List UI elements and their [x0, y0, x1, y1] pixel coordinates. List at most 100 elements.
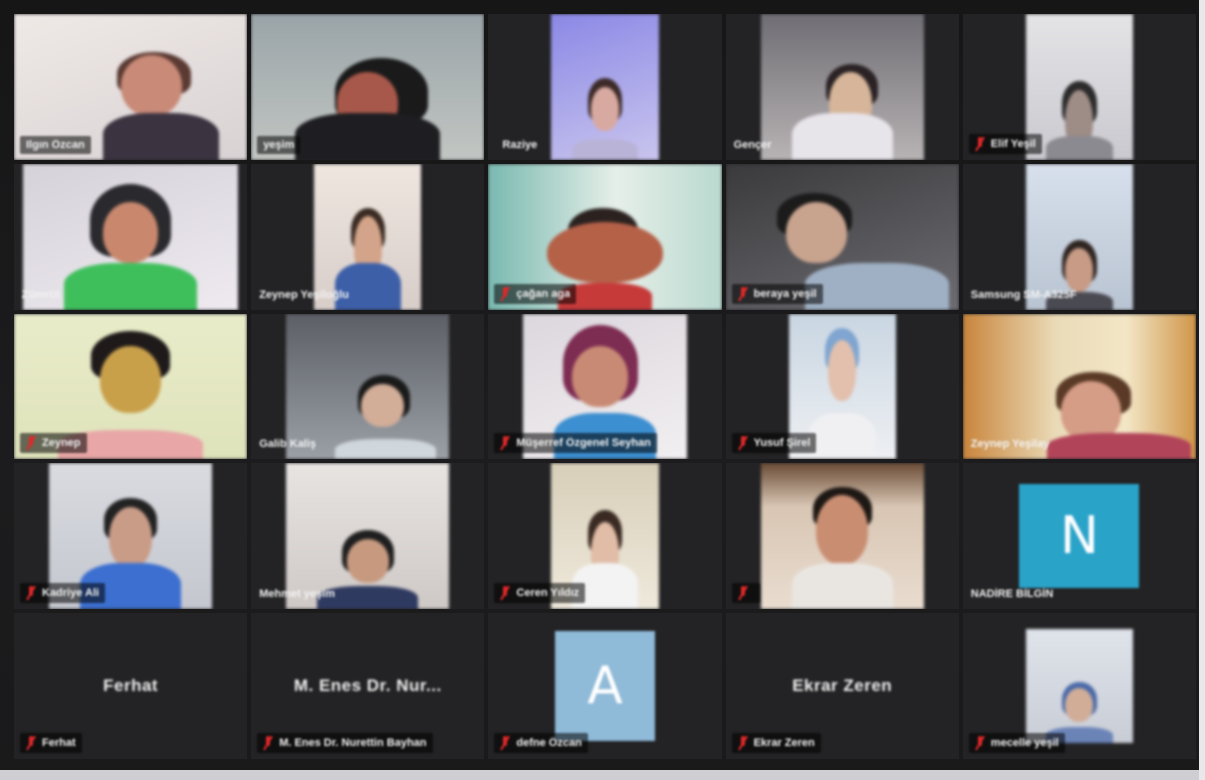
participant-name-tag: Samsung SM-A325F — [965, 286, 1083, 304]
mic-muted-icon — [975, 736, 985, 750]
participant-name: M. Enes Dr. Nurettin Bayhan — [279, 737, 427, 749]
participant-video — [1025, 629, 1134, 743]
participant-name-tag: M. Enes Dr. Nurettin Bayhan — [257, 733, 433, 753]
participant-name-tag: mecelle yeşil — [968, 733, 1065, 753]
participant-name-tag: Kadriye Ali — [20, 583, 106, 604]
participant-name: Samsung SM-A325F — [970, 288, 1077, 301]
participant-name-tag: Zeynep Yeşilay — [965, 435, 1056, 453]
mic-muted-icon — [500, 286, 510, 301]
participant-name: Zümrüt — [22, 288, 60, 301]
mic-muted-icon — [738, 736, 748, 750]
participant-name-tag: çağan aga — [494, 283, 577, 304]
participant-name: Zeynep — [42, 437, 81, 450]
participant-name-tag: NADİRE BİLGİN — [965, 585, 1060, 603]
participant-name-tag: Galib Kaliş — [253, 435, 322, 453]
participant-name: mecelle yeşil — [990, 737, 1059, 749]
participant-name: Yusuf Şirel — [753, 437, 811, 450]
participant-tile[interactable]: Ceren Yıldız — [488, 463, 722, 610]
mic-muted-icon — [738, 286, 748, 301]
mic-muted-icon — [26, 736, 36, 750]
participant-tile[interactable]: A defne Özcan — [488, 613, 722, 759]
avatar-letter: N — [1059, 506, 1099, 567]
participant-name-tag: defne Özcan — [494, 733, 588, 753]
participant-name-tag: Müşerref Özgenel Seyhan — [494, 433, 657, 454]
participant-name-tag — [731, 583, 760, 604]
participant-name: yeşim — [263, 138, 295, 151]
participant-video — [551, 14, 659, 160]
participant-avatar: N — [1019, 484, 1140, 589]
participant-video — [760, 463, 924, 610]
participant-tile[interactable]: Raziye — [488, 14, 722, 160]
participant-name-tag: Elif Yeşil — [968, 133, 1042, 154]
participant-avatar: A — [554, 631, 655, 742]
participant-name-tag: Gençer — [728, 136, 778, 154]
participant-tile[interactable]: Zeynep Yeşiloğlu — [251, 163, 485, 310]
mic-muted-icon — [26, 586, 36, 600]
mic-muted-icon — [500, 736, 510, 750]
participant-tile[interactable]: çağan aga — [488, 163, 722, 310]
participant-name: çağan aga — [516, 287, 571, 300]
participant-tile[interactable]: Ilgın Özcan — [14, 14, 248, 160]
participant-name-tag: Ferhat — [20, 733, 82, 753]
meeting-window: Ilgın Özcan yeşim Raziye Gençer Elif Yeş… — [0, 0, 1205, 780]
participant-tile[interactable]: N NADİRE BİLGİN — [962, 463, 1196, 610]
participant-tile[interactable]: Galib Kaliş — [251, 313, 485, 460]
participant-tile[interactable]: Ferhat Ferhat — [14, 613, 248, 759]
participant-name: Ilgın Özcan — [26, 138, 85, 151]
participant-video — [760, 14, 924, 160]
participant-display-name: Ferhat — [103, 676, 159, 696]
participant-name-tag: yeşim — [257, 135, 301, 154]
participant-name-tag: Ekrar Zeren — [731, 733, 821, 753]
participant-name: Elif Yeşil — [990, 137, 1036, 150]
mic-muted-icon — [738, 436, 748, 450]
participant-name: Ceren Yıldız — [516, 587, 580, 600]
participant-name-tag: Zümrüt — [16, 286, 66, 304]
participant-name: Zeynep Yeşiloğlu — [259, 288, 349, 301]
participant-tile[interactable]: mecelle yeşil — [962, 613, 1196, 759]
participant-tile[interactable]: Zeynep Yeşilay — [962, 313, 1196, 460]
participant-name: Kadriye Ali — [42, 587, 100, 600]
participant-tile[interactable]: Samsung SM-A325F — [962, 163, 1196, 310]
participant-name-tag: Mehmet yeşim — [253, 585, 341, 603]
participant-name-tag: beraya yeşil — [731, 283, 823, 304]
participant-name: NADİRE BİLGİN — [970, 588, 1054, 601]
participant-tile[interactable]: Gençer — [725, 14, 959, 160]
participant-name: Galib Kaliş — [259, 438, 317, 451]
participant-tile[interactable]: M. Enes Dr. Nur... M. Enes Dr. Nurettin … — [251, 613, 485, 759]
participant-name-tag: Yusuf Şirel — [731, 433, 817, 454]
participant-tile[interactable]: Zeynep — [14, 313, 248, 460]
participant-tile[interactable]: Kadriye Ali — [14, 463, 248, 610]
participant-name: beraya yeşil — [753, 287, 817, 300]
participant-tile[interactable]: beraya yeşil — [725, 163, 959, 310]
participant-name-tag: Ilgın Özcan — [20, 135, 91, 154]
participant-name: Gençer — [733, 138, 772, 151]
participant-name: Müşerref Özgenel Seyhan — [516, 437, 651, 450]
participant-tile[interactable]: Elif Yeşil — [962, 14, 1196, 160]
participant-name: Ekrar Zeren — [753, 737, 815, 749]
participant-name: Raziye — [502, 138, 538, 151]
participant-name: Mehmet yeşim — [259, 588, 335, 601]
participant-display-name: M. Enes Dr. Nur... — [293, 676, 442, 696]
mic-muted-icon — [26, 436, 36, 450]
gallery-view: Ilgın Özcan yeşim Raziye Gençer Elif Yeş… — [14, 14, 1196, 759]
participant-tile[interactable]: yeşim — [251, 14, 485, 160]
participant-name-tag: Raziye — [496, 136, 543, 154]
mic-muted-icon — [263, 736, 273, 750]
participant-tile[interactable]: Zümrüt — [14, 163, 248, 310]
participant-tile[interactable]: Ekrar Zeren Ekrar Zeren — [725, 613, 959, 759]
participant-name-tag: Zeynep Yeşiloğlu — [253, 286, 355, 304]
avatar-letter: A — [587, 656, 623, 717]
participant-tile[interactable] — [725, 463, 959, 610]
participant-tile[interactable]: Yusuf Şirel — [725, 313, 959, 460]
participant-name-tag: Ceren Yıldız — [494, 583, 586, 604]
participant-tile[interactable]: Müşerref Özgenel Seyhan — [488, 313, 722, 460]
participant-name: Ferhat — [42, 737, 76, 749]
mic-muted-icon — [500, 436, 510, 450]
participant-name-tag: Zeynep — [20, 433, 87, 454]
participant-name: Zeynep Yeşilay — [970, 438, 1050, 451]
participant-display-name: Ekrar Zeren — [792, 676, 893, 696]
mic-muted-icon — [500, 586, 510, 600]
participant-name: defne Özcan — [516, 737, 582, 749]
mic-muted-icon — [738, 586, 748, 600]
participant-tile[interactable]: Mehmet yeşim — [251, 463, 485, 610]
